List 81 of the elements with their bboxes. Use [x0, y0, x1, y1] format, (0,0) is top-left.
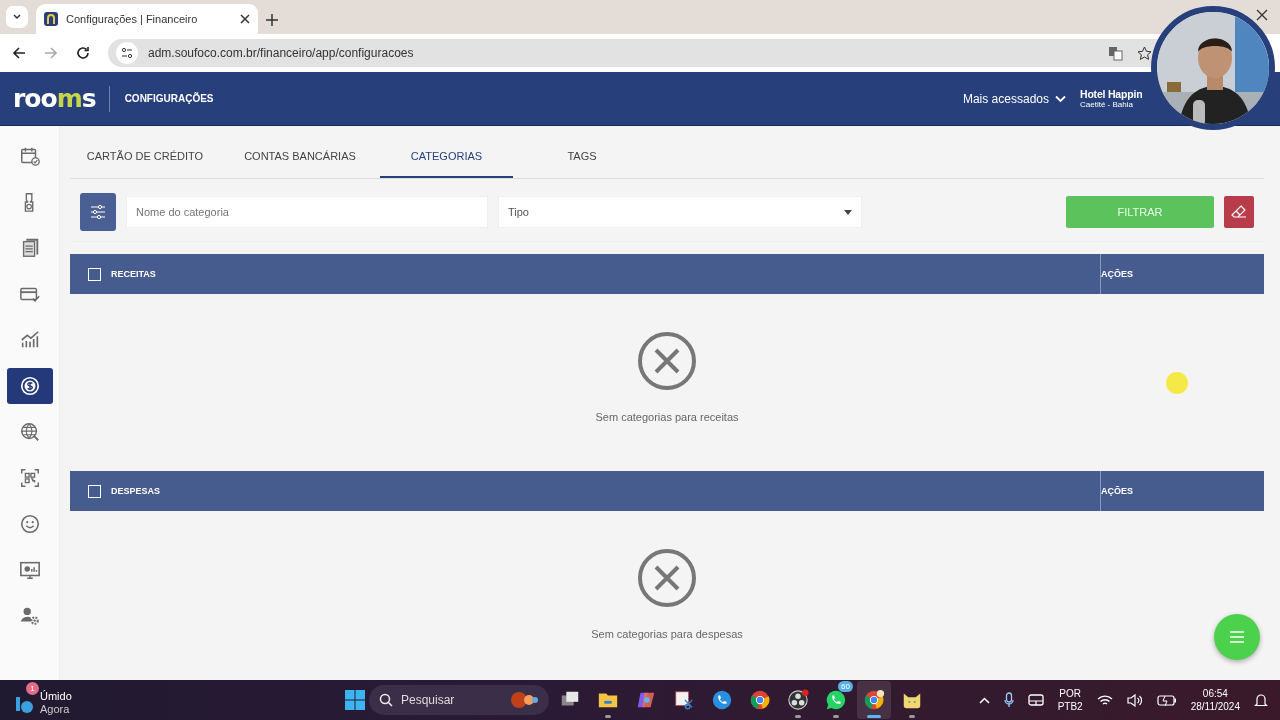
tab[interactable]: TAGS [513, 126, 651, 178]
clock[interactable]: 06:54 28/11/2024 [1190, 687, 1240, 713]
running-indicator [833, 715, 839, 718]
menu-dropdown[interactable]: Mais acessados [962, 91, 1066, 106]
empty-message: Sem categorias para despesas [591, 627, 743, 640]
start-icon[interactable] [345, 690, 365, 710]
eraser-icon [1231, 204, 1247, 220]
keyboard-layout[interactable]: PTB2 [1057, 700, 1083, 713]
microphone-icon[interactable] [1003, 692, 1014, 708]
cursor-highlight [1166, 372, 1188, 394]
empty-message: Sem categorias para receitas [595, 410, 739, 423]
record-icon [787, 689, 809, 711]
running-indicator [867, 715, 881, 718]
dollar-icon [18, 375, 41, 397]
tab-title: Configurações | Financeiro [66, 13, 199, 25]
translate-icon[interactable] [1108, 45, 1123, 61]
site-icon [44, 12, 58, 26]
logo: rooms [13, 84, 96, 113]
site-settings-icon[interactable] [121, 47, 133, 59]
weather-widget[interactable]: 1 Úmido Agora [14, 682, 72, 718]
chevron-down-icon [1055, 94, 1066, 103]
calendar-icon [18, 145, 41, 167]
monitor-icon [18, 559, 41, 581]
empty-x-icon [637, 547, 697, 608]
type-select[interactable]: Tipo [498, 196, 862, 228]
checkbox[interactable] [88, 267, 101, 281]
sidebar-item[interactable] [6, 368, 53, 404]
hotel-name: Hotel Happin [1080, 88, 1143, 100]
filter-settings-button[interactable] [80, 193, 116, 231]
taskbar-app[interactable] [857, 681, 891, 719]
empty-x-icon [637, 330, 697, 391]
running-indicator [605, 715, 611, 718]
star-icon[interactable] [1137, 45, 1152, 61]
chevron-down-icon [12, 12, 22, 22]
sliders-icon [90, 204, 106, 220]
chat-icon [825, 689, 847, 711]
volume-icon[interactable] [1126, 693, 1143, 707]
tab[interactable]: CONTAS BANCÁRIAS [220, 126, 380, 178]
category-name-field[interactable]: Nome do categoria [126, 196, 488, 228]
planets-icon [509, 690, 539, 710]
browser-tab[interactable]: Configurações | Financeiro [36, 4, 258, 34]
browser-icon [749, 689, 771, 711]
language-indicator[interactable]: POR [1059, 687, 1081, 700]
running-indicator [795, 715, 801, 718]
battery-icon[interactable] [1156, 694, 1177, 706]
tab-list-button[interactable] [6, 6, 28, 28]
new-tab-icon[interactable] [266, 14, 278, 26]
tab[interactable]: CARTÃO DE CRÉDITO [70, 126, 220, 178]
close-icon[interactable] [1256, 9, 1268, 21]
touchpad-icon[interactable] [1027, 694, 1044, 706]
column-header: RECEITAS [111, 269, 157, 279]
close-icon[interactable] [240, 14, 250, 24]
menu-icon [1229, 631, 1245, 643]
wifi-icon[interactable] [1096, 693, 1113, 707]
weather-time: Agora [40, 703, 71, 716]
caret-icon [844, 209, 852, 215]
page-title: CONFIGURAÇÕES [124, 93, 214, 104]
clear-button[interactable] [1224, 196, 1254, 228]
search-icon [379, 693, 393, 707]
column-header: AÇÕES [1101, 486, 1133, 496]
globe-icon [18, 421, 41, 443]
qr-code-icon [18, 467, 41, 489]
checkbox[interactable] [88, 484, 101, 498]
scissors-icon [673, 689, 695, 711]
hotel-location: Caetité - Bahia [1080, 100, 1134, 109]
tab[interactable]: CATEGORIAS [380, 126, 513, 178]
browser-profile-icon [863, 689, 885, 711]
column-header: DESPESAS [111, 486, 162, 496]
back-icon[interactable] [12, 46, 26, 60]
user-gear-icon [18, 605, 41, 627]
taskbar-search[interactable]: Pesquisar [369, 685, 549, 715]
weather-condition: Úmido [40, 690, 72, 703]
phone-icon [711, 689, 733, 711]
running-indicator [909, 715, 915, 718]
chevron-up-icon[interactable] [978, 696, 990, 704]
notification-badge: 1 [26, 682, 39, 695]
notification-icon[interactable] [1254, 692, 1268, 708]
notification-badge: 60 [838, 681, 853, 692]
column-header: AÇÕES [1101, 269, 1133, 279]
smiley-icon [18, 513, 41, 535]
reload-icon[interactable] [76, 46, 90, 60]
